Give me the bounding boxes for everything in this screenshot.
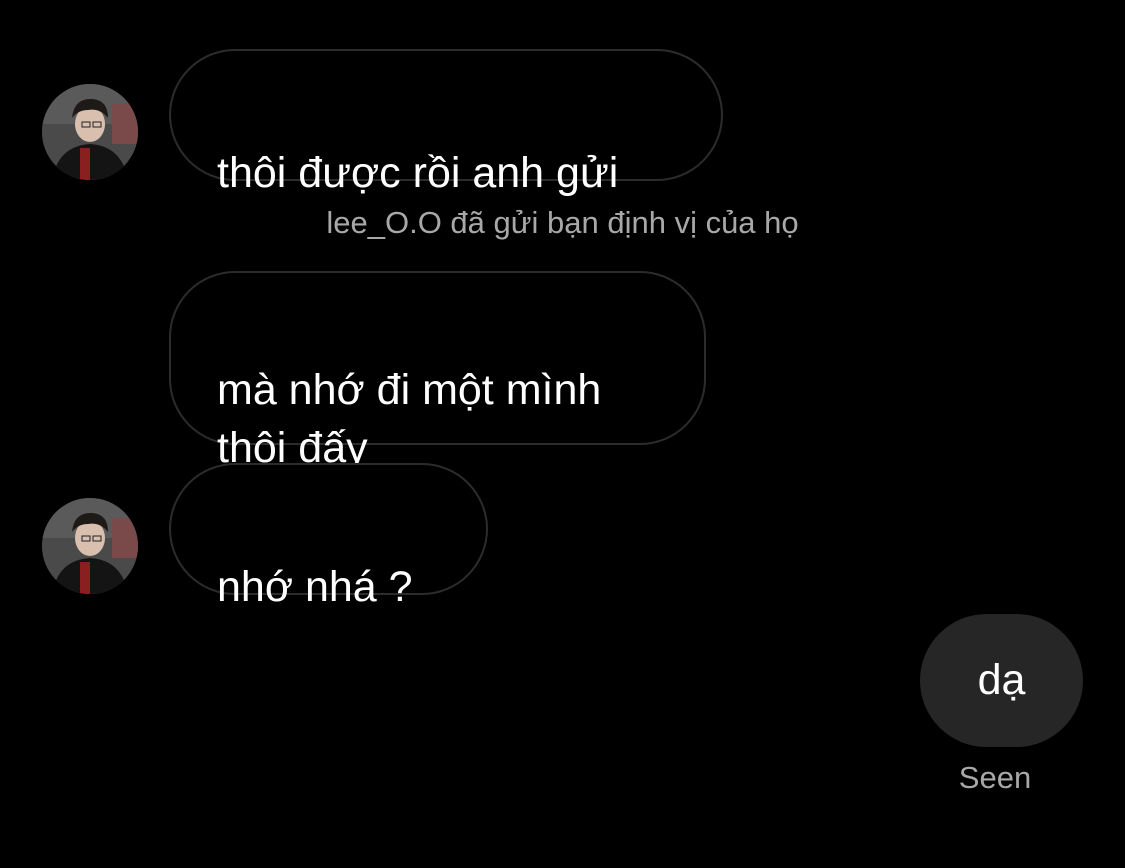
outgoing-message-bubble[interactable]: dạ [920,614,1083,747]
sender-avatar[interactable] [42,84,138,180]
message-text: mà nhớ đi một mình thôi đấy [217,366,602,472]
avatar-photo-icon [42,84,138,180]
message-text: dạ [977,656,1026,704]
message-text: thôi được rồi anh gửi [217,149,619,197]
location-shared-notice: lee_O.O đã gửi bạn định vị của họ [326,205,799,240]
message-text: nhớ nhá ? [217,563,413,611]
sender-avatar[interactable] [42,498,138,594]
incoming-message-bubble[interactable]: thôi được rồi anh gửi [169,49,723,197]
incoming-message-bubble[interactable]: mà nhớ đi một mình thôi đấy [169,271,706,472]
seen-status: Seen [958,760,1032,795]
avatar-photo-icon [42,498,138,594]
incoming-message-bubble[interactable]: nhớ nhá ? [169,463,488,611]
